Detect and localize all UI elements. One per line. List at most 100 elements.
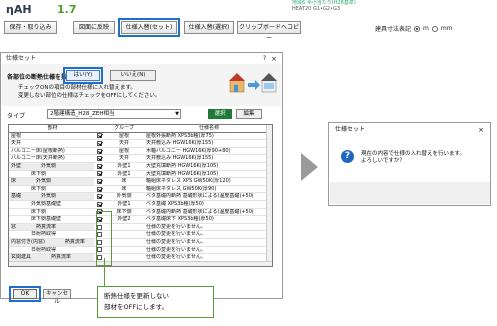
row-spec-name: ベタ基礎内断熱 基礎形状による(温度基礎)+50( xyxy=(146,193,254,200)
help-icon[interactable]: ? xyxy=(263,55,266,62)
edit-button[interactable]: 編集 xyxy=(236,109,262,119)
row-part-name: 屋根 xyxy=(11,132,22,139)
row-spec-name: 仕様の変更を行いません。 xyxy=(146,238,206,245)
table-row[interactable]: 床下側基礎壁 外壁2 ベタ基礎床下 XPS3b種(厚50) xyxy=(9,216,272,224)
callout-line-1: 断熱仕様を更新しない xyxy=(104,292,169,300)
row-group: 外壁1 xyxy=(117,162,131,169)
row-check-cell xyxy=(94,163,104,170)
row-part: バルコニー床(天井断熱) xyxy=(9,155,94,162)
type-label: タイプ xyxy=(7,113,26,120)
arrow-right-icon xyxy=(301,153,318,181)
confirm-footer xyxy=(330,182,490,204)
table-row[interactable]: 床下側 外壁1 大壁充填断熱 HGW16K(厚105) xyxy=(9,171,272,179)
table-row[interactable]: バルコニー床(天井断熱) 天井 天井敷込み HGW16K(厚155) xyxy=(9,155,272,163)
row-checkbox[interactable] xyxy=(96,163,102,169)
close-icon[interactable]: × xyxy=(271,55,277,63)
ok-button[interactable]: OK xyxy=(13,289,37,299)
spec-select-button[interactable]: 仕様入替(選択) xyxy=(184,21,234,34)
row-part: バルコニー床(屋根断熱) xyxy=(9,148,94,155)
eta-value: 1.7 xyxy=(57,3,77,16)
row-part-sub: 床下側 xyxy=(31,185,47,192)
type-select-value: 2階建構造_H28_ZEH相当 xyxy=(50,111,115,117)
table-row[interactable]: バルコニー床(屋根断熱) 屋根 木軸バルコニー HGW16K(厚90+80) xyxy=(9,148,272,156)
table-row[interactable]: 外壁 外気側 外壁1 大壁充填断熱 HGW16K(厚105) xyxy=(9,162,272,171)
row-spec-name: 仕様の変更を行いません。 xyxy=(146,246,206,253)
question-icon: ? xyxy=(341,150,354,163)
confirm-close-icon[interactable]: × xyxy=(478,126,484,134)
confirm-message-line-2: よろしいですか？ xyxy=(361,158,405,164)
row-part-name: 玄関建具 xyxy=(11,254,32,261)
row-group: 屋根 xyxy=(118,147,129,154)
no-button[interactable]: いいえ(N) xyxy=(110,70,156,81)
row-spec-name: 軸組床ネダレス GW50K(厚90) xyxy=(146,185,217,192)
clipboard-copy-button[interactable]: クリップボードへコピー xyxy=(237,21,301,42)
row-checkbox[interactable] xyxy=(96,186,102,192)
vertical-scrollbar[interactable] xyxy=(266,125,272,266)
header-line-1: チェックONの項目の部材仕様に入れ替えます。 xyxy=(18,85,136,91)
save-load-button[interactable]: 保存・取り込み xyxy=(4,21,57,34)
row-group: 外気側 xyxy=(116,193,132,200)
row-check-cell xyxy=(94,140,104,147)
row-part-name: 外壁 xyxy=(11,162,22,169)
row-part: 屋根 xyxy=(9,133,94,140)
row-check-cell xyxy=(94,171,104,178)
chevron-down-icon: ▼ xyxy=(175,111,179,117)
standard-info: 地域6 半小当たり(H28基準) HEAT20 G1•G2•G3 xyxy=(292,0,356,12)
row-checkbox[interactable] xyxy=(96,148,102,154)
row-part-sub: 熱貫流率 xyxy=(36,223,57,230)
row-part: 玄関建具 熱貫流率 xyxy=(9,254,94,261)
row-checkbox[interactable] xyxy=(96,194,102,200)
table-row[interactable]: 床下側 床下側 ベタ基礎内断熱 基礎形状による(温度基礎)+50( xyxy=(9,209,272,217)
table-row[interactable]: 内窓付き(内窓) 熱貫流率 仕様の変更を行いません。 xyxy=(9,238,272,247)
row-checkbox[interactable] xyxy=(96,178,102,184)
horizontal-scrollbar[interactable] xyxy=(9,261,272,266)
row-checkbox[interactable] xyxy=(96,140,102,146)
row-part-sub: 熱貫流率 xyxy=(64,238,85,245)
yes-button[interactable]: はい(Y) xyxy=(66,70,100,81)
table-row[interactable]: 床下側 床 軸組床ネダレス GW50K(厚90) xyxy=(9,186,272,194)
row-check-cell xyxy=(94,148,104,155)
table-row[interactable]: 基礎 外気側 外気側 ベタ基礎内断熱 基礎形状による(温度基礎)+50( xyxy=(9,193,272,201)
table-row[interactable]: 外気側基礎壁 外壁1 ベタ基礎 XPS3b種(厚50) xyxy=(9,201,272,209)
row-group: 外壁1 xyxy=(117,170,131,177)
col-group: グループ xyxy=(114,125,134,131)
table-row[interactable]: 床外気側 床 軸組床ネダレス XPS GW50K(厚120) xyxy=(9,178,272,186)
row-part: 日射熱取得 xyxy=(9,231,94,238)
confirm-dialog: 仕様セット × ? 現在の内容で仕様の入れ替えを行います。 よろしいですか？ xyxy=(328,122,491,206)
reflect-plan-button[interactable]: 図面に反映 xyxy=(73,21,115,34)
spec-set-button[interactable]: 仕様入替(セット) xyxy=(118,18,180,37)
row-part: 窓熱貫流率 xyxy=(9,223,94,231)
table-body: 屋根 屋根 屋根外張断熱 XPS3b種(厚75) 天井 天井 天井敷込み HGW16K(厚… xyxy=(9,133,272,262)
row-checkbox[interactable] xyxy=(96,201,102,207)
cancel-button[interactable]: キャンセル xyxy=(43,289,71,305)
row-spec-name: 天井敷込み HGW16K(厚155) xyxy=(146,140,214,147)
spec-set-dialog: 仕様セット ? × 各部位の断熱仕様を指定します。 チェックONの項目の部材仕様… xyxy=(0,52,283,305)
row-group: 天井 xyxy=(118,140,129,147)
table-row[interactable]: 日射熱取得 仕様の変更を行いません。 xyxy=(9,231,272,239)
eta-label: ηAH xyxy=(6,3,32,16)
table-row[interactable]: 窓熱貫流率 仕様の変更を行いません。 xyxy=(9,223,272,232)
row-group: 床 xyxy=(121,185,127,192)
confirm-message-line-1: 現在の内容で仕様の入れ替えを行います。 xyxy=(361,151,465,157)
row-part-name: 基礎 xyxy=(11,193,22,200)
callout-box: 断熱仕様を更新しない 部材をOFFにします。 xyxy=(97,286,214,318)
row-part-name: バルコニー床(天井断熱) xyxy=(11,155,65,162)
type-select[interactable]: 2階建構造_H28_ZEH相当 ▼ xyxy=(47,109,181,119)
house-swap-icon xyxy=(229,73,277,93)
unit-selector: 建具寸法表記 m mm xyxy=(375,24,453,33)
row-checkbox[interactable] xyxy=(96,133,102,139)
unit-m-radio[interactable] xyxy=(414,25,421,32)
table-row[interactable]: 日射熱取得 仕様の変更を行いません。 xyxy=(9,247,272,255)
row-part: 床下側基礎壁 xyxy=(9,216,94,223)
unit-mm-radio[interactable] xyxy=(431,25,438,32)
table-row[interactable]: 天井 天井 天井敷込み HGW16K(厚155) xyxy=(9,140,272,148)
row-spec-name: 仕様の変更を行いません。 xyxy=(146,231,206,238)
select-button[interactable]: 選択 xyxy=(208,109,232,119)
row-checkbox[interactable] xyxy=(96,171,102,177)
row-part-sub: 床下側基礎壁 xyxy=(31,216,62,223)
row-part-sub: 熱貫流率 xyxy=(51,254,72,261)
row-checkbox[interactable] xyxy=(96,156,102,162)
callout-pointer xyxy=(104,258,105,287)
row-spec-name: ベタ基礎 XPS3b種(厚50) xyxy=(146,200,204,207)
table-row[interactable]: 屋根 屋根 屋根外張断熱 XPS3b種(厚75) xyxy=(9,133,272,141)
